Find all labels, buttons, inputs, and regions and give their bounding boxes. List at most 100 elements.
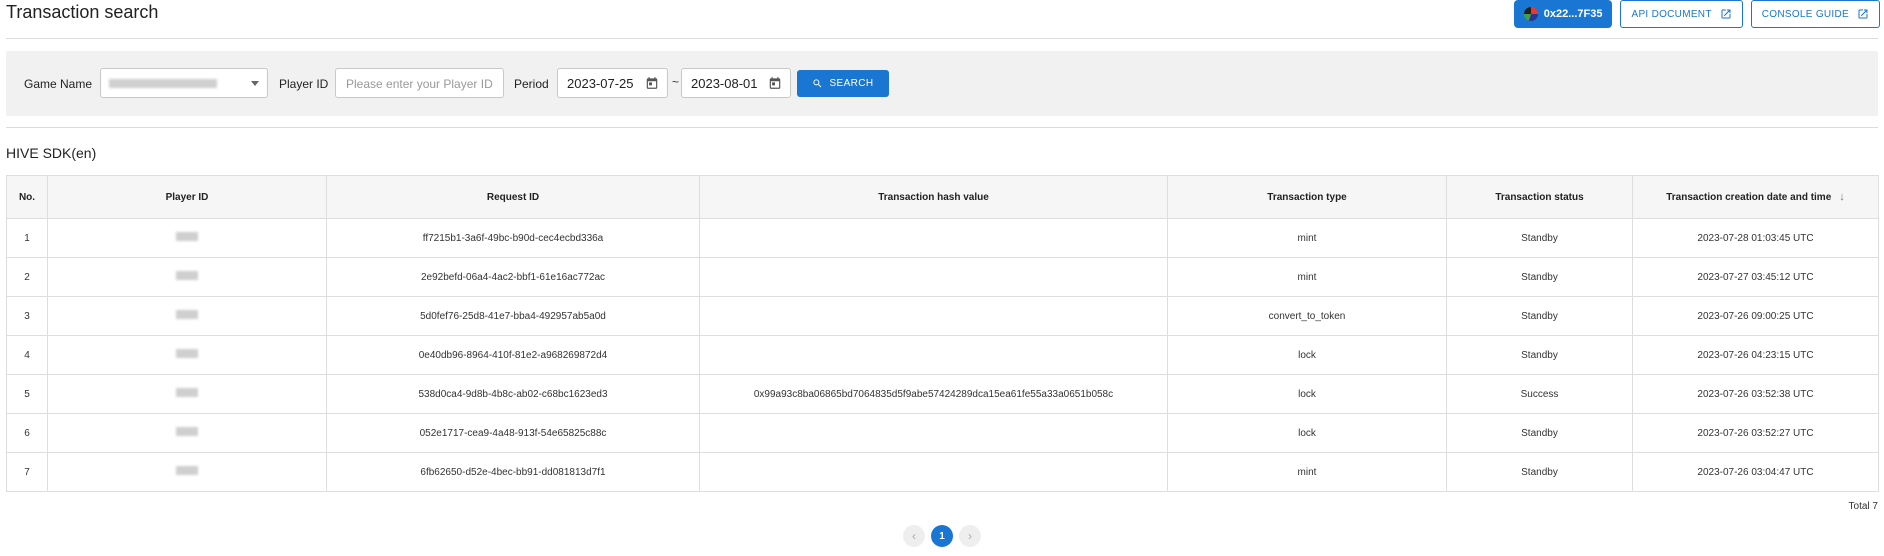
section-title: HIVE SDK(en) (6, 145, 97, 161)
divider (6, 38, 1878, 39)
external-link-icon (1858, 9, 1868, 19)
cell-status: Standby (1446, 452, 1633, 492)
wallet-avatar-icon (1523, 7, 1538, 21)
page-button-current[interactable]: 1 (931, 525, 953, 547)
cell-status: Standby (1446, 218, 1633, 258)
player-id-redacted (176, 466, 198, 475)
table-row[interactable]: 4 0e40db96-8964-410f-81e2-a968269872d4 l… (6, 335, 1879, 375)
cell-player-id (47, 296, 327, 336)
cell-player-id (47, 413, 327, 453)
cell-type: mint (1167, 452, 1447, 492)
chevron-right-icon[interactable]: › (959, 525, 981, 547)
table-row[interactable]: 7 6fb62650-d52e-4bec-bb91-dd081813d7f1 m… (6, 452, 1879, 492)
cell-created: 2023-07-26 03:52:27 UTC (1632, 413, 1879, 453)
game-name-select[interactable] (100, 68, 268, 98)
cell-no: 1 (6, 218, 48, 258)
cell-request-id: 6fb62650-d52e-4bec-bb91-dd081813d7f1 (326, 452, 700, 492)
cell-no: 2 (6, 257, 48, 297)
cell-status: Standby (1446, 413, 1633, 453)
cell-no: 6 (6, 413, 48, 453)
cell-created: 2023-07-26 04:23:15 UTC (1632, 335, 1879, 375)
column-header-player-id: Player ID (47, 175, 327, 219)
cell-hash (699, 257, 1168, 297)
date-to-input[interactable]: 2023-08-01 (681, 68, 791, 98)
cell-request-id: ff7215b1-3a6f-49bc-b90d-cec4ecbd336a (326, 218, 700, 258)
cell-status: Standby (1446, 257, 1633, 297)
cell-no: 4 (6, 335, 48, 375)
cell-player-id (47, 452, 327, 492)
divider (6, 127, 1878, 128)
wallet-address: 0x22...7F35 (1543, 8, 1603, 20)
table-row[interactable]: 1 ff7215b1-3a6f-49bc-b90d-cec4ecbd336a m… (6, 218, 1879, 258)
cell-request-id: 2e92befd-06a4-4ac2-bbf1-61e16ac772ac (326, 257, 700, 297)
search-button-label: SEARCH (829, 78, 874, 89)
player-id-redacted (176, 388, 198, 397)
cell-request-id: 5d0fef76-25d8-41e7-bba4-492957ab5a0d (326, 296, 700, 336)
cell-request-id: 538d0ca4-9d8b-4b8c-ab02-c68bc1623ed3 (326, 374, 700, 414)
cell-player-id (47, 335, 327, 375)
cell-status: Success (1446, 374, 1633, 414)
console-guide-button[interactable]: CONSOLE GUIDE (1750, 0, 1880, 28)
calendar-icon[interactable] (768, 76, 782, 90)
chevron-left-icon[interactable]: ‹ (903, 525, 925, 547)
total-count: Total 7 (1848, 501, 1878, 512)
cell-hash (699, 296, 1168, 336)
player-id-redacted (176, 310, 198, 319)
cell-created: 2023-07-28 01:03:45 UTC (1632, 218, 1879, 258)
column-header-status: Transaction status (1446, 175, 1633, 219)
cell-player-id (47, 374, 327, 414)
table-row[interactable]: 3 5d0fef76-25d8-41e7-bba4-492957ab5a0d c… (6, 296, 1879, 336)
table-row[interactable]: 6 052e1717-cea9-4a48-913f-54e65825c88c l… (6, 413, 1879, 453)
cell-no: 7 (6, 452, 48, 492)
top-actions: 0x22...7F35 API DOCUMENT CONSOLE GUIDE (1513, 0, 1880, 28)
cell-created: 2023-07-26 03:04:47 UTC (1632, 452, 1879, 492)
pagination: ‹ 1 › (903, 525, 981, 547)
cell-type: lock (1167, 335, 1447, 375)
top-bar: Transaction search 0x22...7F35 API DOCUM… (0, 0, 1884, 38)
api-document-label: API DOCUMENT (1631, 8, 1712, 20)
table-row[interactable]: 2 2e92befd-06a4-4ac2-bbf1-61e16ac772ac m… (6, 257, 1879, 297)
player-id-redacted (176, 232, 198, 241)
external-link-icon (1721, 9, 1731, 19)
filter-panel: Game Name Player ID Please enter your Pl… (6, 51, 1878, 116)
date-from-input[interactable]: 2023-07-25 (557, 68, 668, 98)
search-icon (813, 79, 822, 88)
cell-request-id: 0e40db96-8964-410f-81e2-a968269872d4 (326, 335, 700, 375)
search-button[interactable]: SEARCH (797, 70, 889, 97)
player-id-redacted (176, 349, 198, 358)
chevron-down-icon (251, 81, 259, 86)
date-to-value: 2023-08-01 (691, 76, 758, 91)
column-header-request-id: Request ID (326, 175, 700, 219)
api-document-button[interactable]: API DOCUMENT (1620, 0, 1743, 28)
console-guide-label: CONSOLE GUIDE (1761, 8, 1849, 20)
cell-hash (699, 452, 1168, 492)
column-header-created[interactable]: Transaction creation date and time ↓ (1632, 175, 1879, 219)
game-name-value-redacted (109, 79, 217, 88)
cell-request-id: 052e1717-cea9-4a48-913f-54e65825c88c (326, 413, 700, 453)
player-id-redacted (176, 427, 198, 436)
cell-hash (699, 335, 1168, 375)
cell-hash (699, 413, 1168, 453)
cell-player-id (47, 257, 327, 297)
cell-hash: 0x99a93c8ba06865bd7064835d5f9abe57424289… (699, 374, 1168, 414)
column-header-no: No. (6, 175, 48, 219)
column-header-created-label: Transaction creation date and time (1666, 192, 1832, 203)
cell-hash (699, 218, 1168, 258)
cell-created: 2023-07-27 03:45:12 UTC (1632, 257, 1879, 297)
player-id-placeholder: Please enter your Player ID (346, 77, 493, 91)
calendar-icon[interactable] (645, 76, 659, 90)
table-row[interactable]: 5 538d0ca4-9d8b-4b8c-ab02-c68bc1623ed3 0… (6, 374, 1879, 414)
transactions-table: No. Player ID Request ID Transaction has… (6, 175, 1879, 492)
cell-type: mint (1167, 257, 1447, 297)
cell-no: 3 (6, 296, 48, 336)
sort-descending-icon[interactable]: ↓ (1839, 191, 1845, 203)
cell-status: Standby (1446, 296, 1633, 336)
column-header-type: Transaction type (1167, 175, 1447, 219)
cell-type: convert_to_token (1167, 296, 1447, 336)
cell-created: 2023-07-26 09:00:25 UTC (1632, 296, 1879, 336)
page-title: Transaction search (6, 2, 159, 22)
player-id-input[interactable]: Please enter your Player ID (335, 68, 504, 98)
column-header-hash: Transaction hash value (699, 175, 1168, 219)
table-header-row: No. Player ID Request ID Transaction has… (6, 175, 1879, 219)
wallet-button[interactable]: 0x22...7F35 (1513, 0, 1613, 28)
